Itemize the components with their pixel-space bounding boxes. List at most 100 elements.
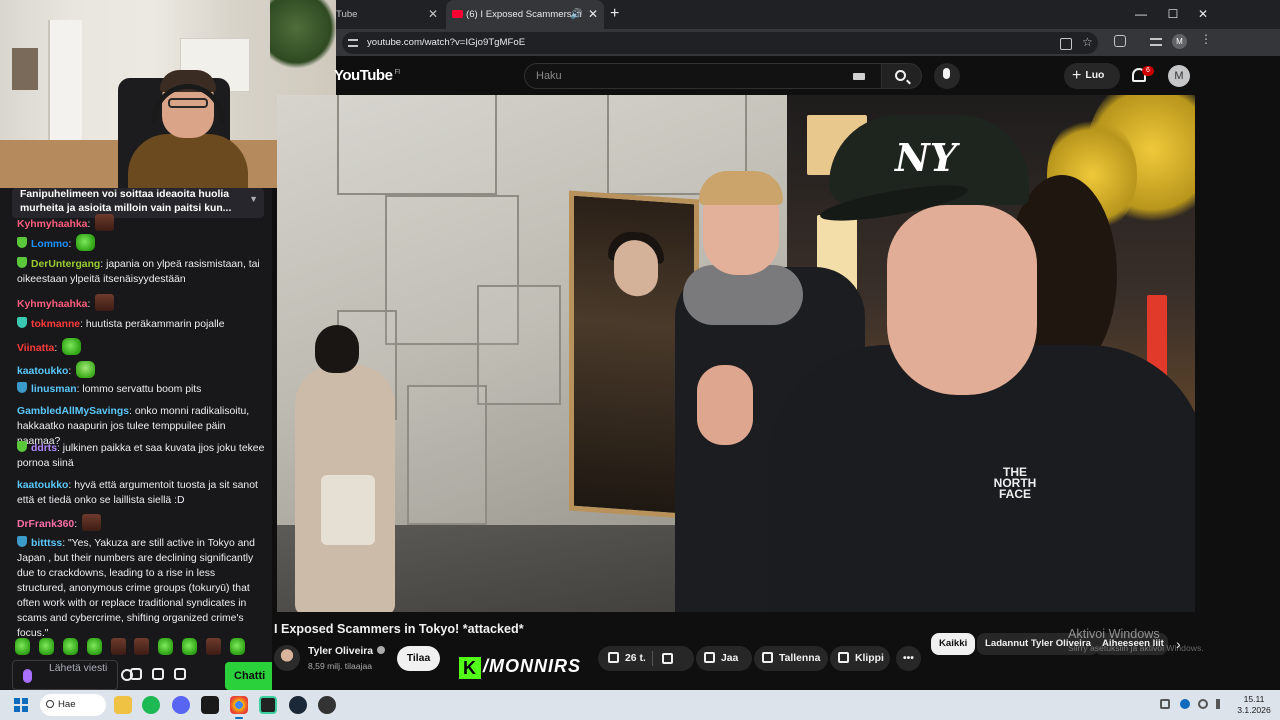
plant [270,0,336,70]
spotify-icon[interactable] [142,696,160,714]
tab-youtube[interactable]: Tube ✕ [336,0,442,29]
taskbar-clock[interactable]: 15.11 3.1.2026 [1236,694,1272,716]
media-icon[interactable] [1150,38,1162,46]
chat-input[interactable]: Lähetä viesti [12,660,133,690]
kick-brand-text: /MONNIRS [483,656,581,676]
channel-avatar[interactable] [274,645,300,671]
more-actions-button[interactable]: ••• [896,646,921,671]
app-icon[interactable] [318,696,336,714]
chat-message: bitttss: "Yes, Yakuza are still active i… [17,536,255,639]
emote-icon[interactable] [38,638,54,655]
create-button[interactable]: + Luo [1064,63,1120,89]
chat-username[interactable]: Kyhmyhaahka [17,219,87,230]
taskbar-search[interactable]: Hae [40,694,106,716]
close-tab-icon[interactable]: ✕ [588,0,598,29]
discord-icon[interactable] [172,696,190,714]
chat-username[interactable]: Lommo [31,239,69,250]
bluetooth-icon[interactable] [1180,699,1190,709]
create-label: Luo [1085,70,1105,81]
share-button[interactable]: Jaa [696,646,752,671]
voice-search-button[interactable] [934,63,960,89]
obs-icon[interactable] [259,696,277,714]
chat-tools [130,668,220,684]
man-face [887,205,1037,395]
tab-title: Tube [336,9,358,20]
subscribe-button[interactable]: Tilaa [397,646,440,671]
file-explorer-icon[interactable] [114,696,132,714]
plus-icon: + [1072,67,1082,84]
save-button[interactable]: Tallenna [754,646,828,671]
video-player[interactable]: NY THE NORTH FACE [277,95,1195,612]
chevron-down-icon[interactable]: ▼ [249,192,258,206]
maximize-icon[interactable]: ☐ [1158,0,1188,29]
chat-username[interactable]: kaatoukko [17,366,68,377]
chrome-icon[interactable] [230,696,248,719]
tab-active-video[interactable]: (6) I Exposed Scammers in 🔊 ✕ [446,0,604,29]
volume-icon[interactable] [1216,699,1226,709]
search-button[interactable] [882,63,922,89]
extensions-icon[interactable] [1114,35,1126,47]
chat-message: DrFrank360: [17,514,267,532]
x-app-icon[interactable] [201,696,219,714]
chat-username[interactable]: tokmanne [31,319,80,330]
minimize-icon[interactable]: — [1126,0,1156,29]
verified-icon [377,646,386,654]
chat-username[interactable]: ddrts [31,443,57,454]
chat-username[interactable]: kaatoukko [17,480,68,491]
clip-button[interactable]: Klippi [830,646,890,671]
tab-bar: Tube ✕ (6) I Exposed Scammers in 🔊 ✕ + —… [336,0,1280,29]
emote-icon[interactable] [230,638,246,655]
bookmark-star-icon[interactable]: ☆ [1082,35,1094,49]
chip-all[interactable]: Kaikki [931,633,976,655]
thumbs-down-icon[interactable] [662,653,673,664]
like-button[interactable]: 26 t. [598,646,694,671]
chat-username[interactable]: Viinatta [17,343,54,354]
points-icon[interactable] [130,668,142,680]
emote-icon [62,338,82,355]
settings-icon[interactable] [174,668,186,680]
chat-username[interactable]: linusman [31,384,77,395]
thumbs-up-icon [608,652,619,663]
tray-chevron-icon[interactable] [1160,699,1170,709]
mic-icon[interactable] [23,669,32,683]
chat-username[interactable]: DrFrank360 [17,519,74,530]
close-tab-icon[interactable]: ✕ [428,0,438,29]
emote-icon[interactable] [158,638,174,655]
emote-icon[interactable] [62,638,78,655]
url-text[interactable]: youtube.com/watch?v=IGjo9TgMFoE [367,32,525,54]
install-icon[interactable] [1060,38,1072,50]
speaker-icon[interactable]: 🔊 [570,0,582,29]
search-input[interactable]: Haku [524,63,882,89]
menu-kebab-icon[interactable]: ⋮ [1200,32,1212,46]
chat-username[interactable]: GambledAllMySavings [17,406,129,417]
emote-icon[interactable] [110,638,126,655]
keyboard-icon[interactable] [853,73,865,80]
emote-icon[interactable] [206,638,222,655]
emote-icon[interactable] [182,638,198,655]
subscriber-count: 8,59 milj. tilaajaa [308,661,373,671]
new-tab-icon[interactable]: + [610,0,626,29]
channel-name[interactable]: Tyler Oliveira [308,646,386,657]
omnibox[interactable]: youtube.com/watch?v=IGjo9TgMFoE ☆ [342,32,1098,54]
chat-username[interactable]: Kyhmyhaahka [17,299,87,310]
emote-icon[interactable] [134,638,150,655]
logo-region: FI [394,69,400,76]
chat-message: Lommo: [17,234,267,252]
emote-icon [76,361,96,378]
steam-icon[interactable] [289,696,307,714]
account-avatar[interactable]: M [1168,65,1190,87]
youtube-logo[interactable]: YouTube FI [334,67,400,84]
chat-send-button[interactable]: Chatti [225,662,272,690]
windows-start-icon[interactable] [14,698,28,712]
close-window-icon[interactable]: ✕ [1188,0,1218,29]
emote-icon[interactable] [86,638,102,655]
chat-username[interactable]: bitttss [31,538,62,549]
chat-username[interactable]: DerUntergang [31,259,100,270]
emote-icon[interactable] [15,638,30,655]
chat-message: tokmanne: huutista peräkammarin pojalle [17,317,267,332]
emote-icon [81,514,101,531]
gift-icon[interactable] [152,668,164,680]
network-icon[interactable] [1198,699,1208,709]
site-info-icon[interactable] [348,39,358,47]
profile-avatar[interactable]: M [1172,34,1187,49]
